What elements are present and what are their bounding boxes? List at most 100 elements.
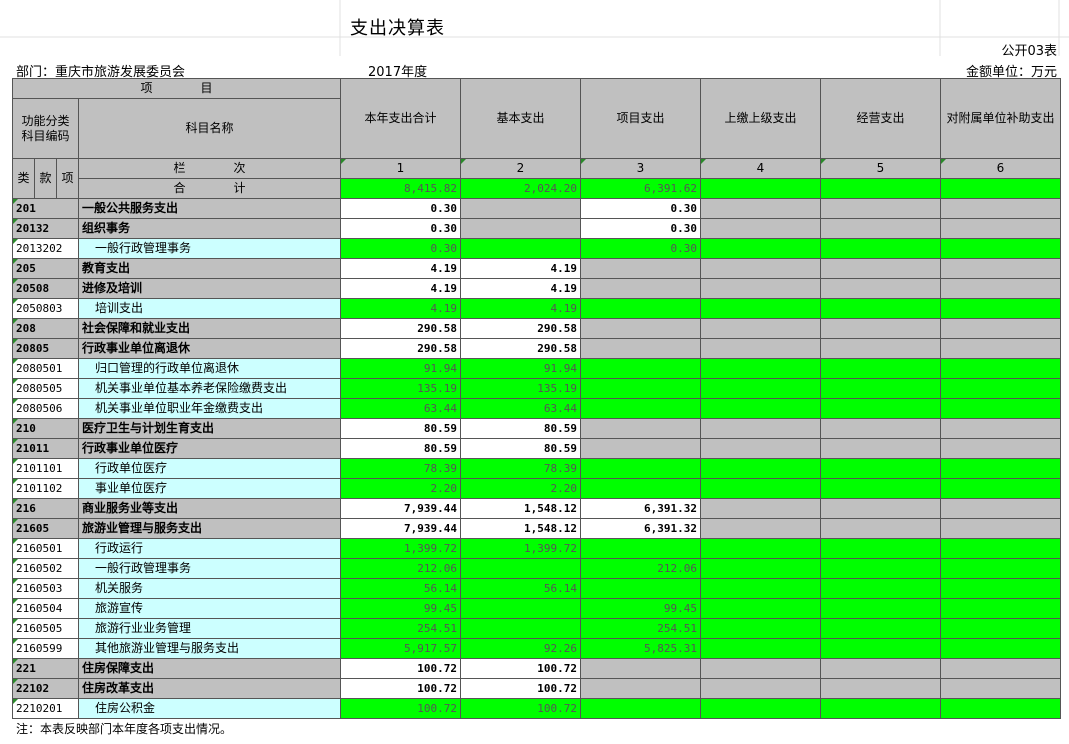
header-col-basic[interactable]: 基本支出	[460, 78, 581, 159]
amount-cell[interactable]	[700, 638, 821, 659]
amount-cell[interactable]	[940, 618, 1061, 639]
amount-cell[interactable]: 100.72	[340, 658, 461, 679]
amount-cell[interactable]: 0.30	[580, 238, 701, 259]
amount-cell[interactable]	[940, 698, 1061, 719]
amount-cell[interactable]	[940, 198, 1061, 219]
amount-cell[interactable]	[820, 458, 941, 479]
amount-cell[interactable]	[820, 218, 941, 239]
amount-cell[interactable]	[580, 358, 701, 379]
amount-cell[interactable]	[700, 658, 821, 679]
amount-cell[interactable]	[580, 658, 701, 679]
amount-cell[interactable]: 63.44	[340, 398, 461, 419]
amount-cell[interactable]: 4.19	[460, 278, 581, 299]
amount-cell[interactable]: 290.58	[460, 318, 581, 339]
col-num-6[interactable]: 6	[940, 158, 1061, 179]
amount-cell[interactable]	[940, 418, 1061, 439]
amount-cell[interactable]	[700, 198, 821, 219]
amount-cell[interactable]	[940, 298, 1061, 319]
amount-cell[interactable]	[940, 558, 1061, 579]
amount-cell[interactable]: 2.20	[340, 478, 461, 499]
amount-cell[interactable]: 1,399.72	[340, 538, 461, 559]
amount-cell[interactable]	[580, 458, 701, 479]
amount-cell[interactable]	[820, 378, 941, 399]
subject-code-cell[interactable]: 2013202	[12, 238, 79, 259]
amount-cell[interactable]	[940, 378, 1061, 399]
subject-code-cell[interactable]: 20805	[12, 338, 79, 359]
amount-cell[interactable]: 4.19	[340, 298, 461, 319]
amount-cell[interactable]: 78.39	[460, 458, 581, 479]
amount-cell[interactable]: 6,391.32	[580, 518, 701, 539]
subject-name-cell[interactable]: 一般公共服务支出	[78, 198, 341, 219]
total-cell[interactable]	[700, 178, 821, 199]
header-col-business[interactable]: 经营支出	[820, 78, 941, 159]
amount-cell[interactable]	[940, 338, 1061, 359]
amount-cell[interactable]: 4.19	[340, 258, 461, 279]
amount-cell[interactable]	[940, 638, 1061, 659]
amount-cell[interactable]	[580, 298, 701, 319]
subject-name-cell[interactable]: 机关服务	[78, 578, 341, 599]
amount-cell[interactable]	[460, 558, 581, 579]
amount-cell[interactable]	[940, 578, 1061, 599]
amount-cell[interactable]: 91.94	[460, 358, 581, 379]
subject-name-cell[interactable]: 归口管理的行政单位离退休	[78, 358, 341, 379]
subject-code-cell[interactable]: 2080506	[12, 398, 79, 419]
amount-cell[interactable]: 78.39	[340, 458, 461, 479]
amount-cell[interactable]	[940, 598, 1061, 619]
subject-code-cell[interactable]: 216	[12, 498, 79, 519]
amount-cell[interactable]	[580, 418, 701, 439]
subject-code-cell[interactable]: 210	[12, 418, 79, 439]
subject-code-cell[interactable]: 221	[12, 658, 79, 679]
amount-cell[interactable]: 100.72	[460, 658, 581, 679]
amount-cell[interactable]	[580, 398, 701, 419]
total-cell[interactable]: 6,391.62	[580, 178, 701, 199]
subject-code-cell[interactable]: 2101102	[12, 478, 79, 499]
amount-cell[interactable]: 212.06	[340, 558, 461, 579]
amount-cell[interactable]	[460, 218, 581, 239]
amount-cell[interactable]	[700, 478, 821, 499]
amount-cell[interactable]	[940, 398, 1061, 419]
amount-cell[interactable]	[820, 618, 941, 639]
amount-cell[interactable]	[820, 538, 941, 559]
amount-cell[interactable]	[700, 318, 821, 339]
subject-name-cell[interactable]: 旅游行业业务管理	[78, 618, 341, 639]
subject-code-cell[interactable]: 2160599	[12, 638, 79, 659]
amount-cell[interactable]	[820, 238, 941, 259]
subject-name-cell[interactable]: 一般行政管理事务	[78, 558, 341, 579]
subject-name-cell[interactable]: 商业服务业等支出	[78, 498, 341, 519]
subject-name-cell[interactable]: 旅游业管理与服务支出	[78, 518, 341, 539]
amount-cell[interactable]	[820, 418, 941, 439]
amount-cell[interactable]: 0.30	[340, 198, 461, 219]
amount-cell[interactable]	[700, 518, 821, 539]
amount-cell[interactable]	[940, 438, 1061, 459]
amount-cell[interactable]: 5,917.57	[340, 638, 461, 659]
amount-cell[interactable]: 80.59	[460, 418, 581, 439]
header-col-subsidy[interactable]: 对附属单位补助支出	[940, 78, 1061, 159]
amount-cell[interactable]: 100.72	[340, 678, 461, 699]
amount-cell[interactable]	[460, 618, 581, 639]
subject-name-cell[interactable]: 机关事业单位基本养老保险缴费支出	[78, 378, 341, 399]
amount-cell[interactable]	[940, 278, 1061, 299]
amount-cell[interactable]: 4.19	[340, 278, 461, 299]
amount-cell[interactable]: 100.72	[460, 678, 581, 699]
amount-cell[interactable]: 7,939.44	[340, 498, 461, 519]
amount-cell[interactable]	[820, 658, 941, 679]
amount-cell[interactable]	[700, 378, 821, 399]
amount-cell[interactable]	[580, 278, 701, 299]
subject-code-cell[interactable]: 2080505	[12, 378, 79, 399]
amount-cell[interactable]	[700, 458, 821, 479]
amount-cell[interactable]: 80.59	[340, 438, 461, 459]
amount-cell[interactable]: 135.19	[460, 378, 581, 399]
amount-cell[interactable]: 63.44	[460, 398, 581, 419]
subject-name-cell[interactable]: 社会保障和就业支出	[78, 318, 341, 339]
subject-name-cell[interactable]: 住房改革支出	[78, 678, 341, 699]
amount-cell[interactable]	[820, 478, 941, 499]
amount-cell[interactable]	[700, 398, 821, 419]
amount-cell[interactable]	[700, 598, 821, 619]
amount-cell[interactable]	[940, 478, 1061, 499]
amount-cell[interactable]	[700, 418, 821, 439]
amount-cell[interactable]	[940, 218, 1061, 239]
subject-name-cell[interactable]: 培训支出	[78, 298, 341, 319]
amount-cell[interactable]	[700, 618, 821, 639]
total-cell[interactable]: 2,024.20	[460, 178, 581, 199]
header-col-upper[interactable]: 上缴上级支出	[700, 78, 821, 159]
